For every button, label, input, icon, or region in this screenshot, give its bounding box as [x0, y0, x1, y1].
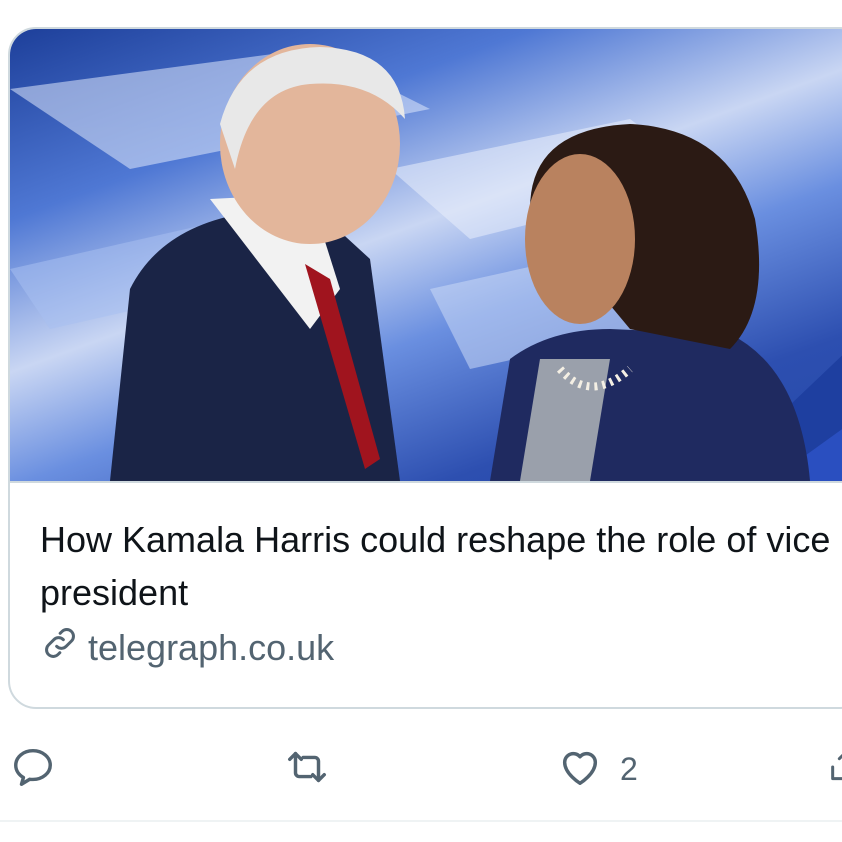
share-icon [826, 744, 842, 795]
link-icon [40, 623, 88, 672]
like-button[interactable]: 2 [556, 744, 638, 795]
share-button[interactable] [826, 744, 842, 795]
reply-icon [10, 744, 56, 795]
tweet-divider [0, 820, 842, 822]
card-body[interactable]: How Kamala Harris could reshape the role… [40, 513, 840, 672]
card-title[interactable]: How Kamala Harris could reshape the role… [40, 513, 840, 619]
retweet-icon [282, 744, 332, 795]
retweet-button[interactable] [282, 744, 348, 795]
photo-illustration [10, 44, 842, 481]
card-domain[interactable]: telegraph.co.uk [40, 623, 840, 672]
tweet-actions: 2 [0, 740, 842, 800]
card-domain-text: telegraph.co.uk [88, 626, 335, 668]
reply-button[interactable] [10, 744, 72, 795]
link-preview-card[interactable]: How Kamala Harris could reshape the role… [8, 27, 842, 709]
like-count: 2 [620, 751, 638, 787]
card-media-photo[interactable] [10, 29, 842, 483]
heart-icon [556, 744, 604, 795]
